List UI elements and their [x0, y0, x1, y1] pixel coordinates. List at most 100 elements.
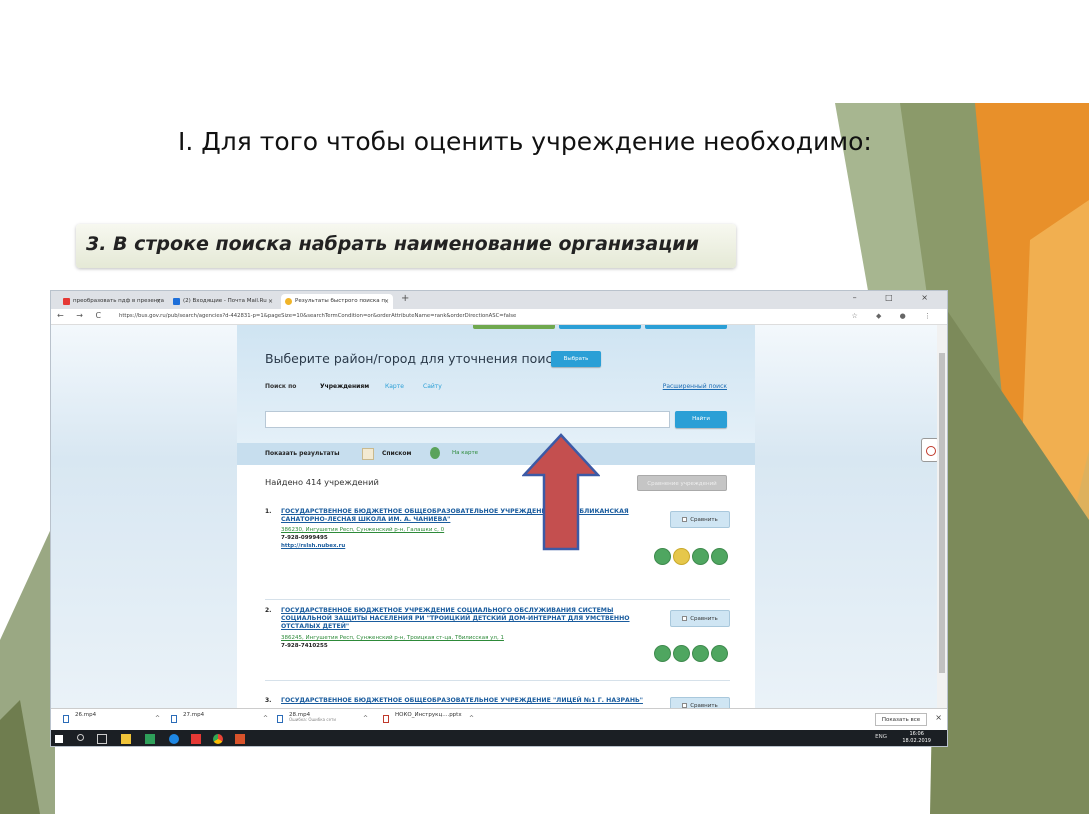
- scrollbar[interactable]: [937, 325, 947, 708]
- close-icon[interactable]: ×: [156, 294, 161, 309]
- tab-map[interactable]: Карте: [385, 383, 404, 390]
- close-icon[interactable]: ×: [268, 294, 273, 309]
- comment-icon[interactable]: [673, 645, 690, 662]
- result-name-link[interactable]: ГОСУДАРСТВЕННОЕ БЮДЖЕТНОЕ ОБЩЕОБРАЗОВАТЕ…: [281, 697, 661, 705]
- url-field[interactable]: https://bus.gov.ru/pub/search/agencies?d…: [119, 313, 516, 319]
- close-icon[interactable]: ×: [935, 713, 942, 722]
- chrome-icon[interactable]: [213, 734, 223, 744]
- language-indicator[interactable]: ENG: [875, 734, 887, 740]
- web-page: Выберите район/город для уточнения поиск…: [51, 325, 947, 714]
- slide-subtitle: 3. В строке поиска набрать наименование …: [86, 233, 699, 255]
- download-name: НОКО_Инструкц....pptx: [395, 712, 462, 718]
- select-region-button[interactable]: Выбрать: [551, 351, 601, 367]
- thumbs-up-icon[interactable]: [711, 548, 728, 565]
- menu-stub: [473, 325, 555, 329]
- explorer-icon[interactable]: [121, 734, 131, 744]
- windows-taskbar: ENG 16:06 18.02.2019: [51, 730, 947, 746]
- compare-label: Сравнить: [690, 616, 718, 622]
- nav-buttons[interactable]: ← → C: [57, 311, 106, 320]
- download-name: 27.mp4: [183, 712, 205, 718]
- new-tab-button[interactable]: +: [401, 293, 409, 304]
- tab-label: преобразовать пдф в презента: [73, 298, 164, 304]
- result-phone: 7-928-0999495: [281, 535, 328, 541]
- search-input[interactable]: [265, 411, 670, 428]
- car-icon[interactable]: [654, 645, 671, 662]
- address-bar: ← → C https://bus.gov.ru/pub/search/agen…: [51, 309, 947, 325]
- tab-institutions[interactable]: Учреждениям: [320, 383, 369, 390]
- result-item: 1. ГОСУДАРСТВЕННОЕ БЮДЖЕТНОЕ ОБЩЕОБРАЗОВ…: [265, 508, 730, 583]
- car-icon[interactable]: [654, 548, 671, 565]
- show-all-downloads-button[interactable]: Показать все: [875, 713, 927, 726]
- tab-label: (2) Входящие - Почта Mail.Ru: [183, 298, 267, 304]
- slide-title: I. Для того чтобы оценить учреждение нео…: [178, 127, 872, 156]
- chevron-up-icon[interactable]: ^: [469, 715, 474, 722]
- browser-screenshot: преобразовать пдф в презента × (2) Входя…: [50, 290, 948, 747]
- result-address[interactable]: 386245, Ингушетия Респ, Сунженский р-н, …: [281, 635, 504, 641]
- download-name: 26.mp4: [75, 712, 97, 718]
- result-address[interactable]: 386230, Ингушетия Респ, Сунженский р-н, …: [281, 527, 444, 533]
- toolbar-icons[interactable]: ☆ ◆ ● ⋮: [852, 312, 939, 320]
- result-phone: 7-928-7410255: [281, 643, 328, 649]
- compare-button[interactable]: Сравнить: [670, 610, 730, 627]
- list-icon[interactable]: [362, 448, 374, 460]
- tab-label: Результаты быстрого поиска п: [295, 298, 385, 304]
- result-item: 2. ГОСУДАРСТВЕННОЕ БЮДЖЕТНОЕ УЧРЕЖДЕНИЕ …: [265, 607, 730, 677]
- find-button[interactable]: Найти: [675, 411, 727, 428]
- thumbs-up-icon[interactable]: [711, 645, 728, 662]
- compare-institutions-button[interactable]: Сравнение учреждений: [637, 475, 727, 491]
- map-pin-icon[interactable]: [430, 447, 440, 459]
- compare-checkbox[interactable]: [682, 616, 688, 621]
- close-icon[interactable]: ×: [384, 294, 389, 309]
- extended-search-link[interactable]: Расширенный поиск: [663, 383, 727, 390]
- file-icon: [171, 715, 177, 723]
- map-view-link[interactable]: На карте: [452, 450, 478, 456]
- show-results-label: Показать результаты: [265, 450, 340, 457]
- clock[interactable]: 16:06 18.02.2019: [902, 731, 931, 745]
- search-icon[interactable]: [77, 734, 84, 741]
- chevron-up-icon[interactable]: ^: [263, 715, 268, 722]
- list-view-link[interactable]: Списком: [382, 450, 411, 457]
- windows-start-icon[interactable]: [55, 735, 63, 743]
- subtitle-box: 3. В строке поиска набрать наименование …: [76, 224, 736, 268]
- edge-icon[interactable]: [169, 734, 179, 744]
- tab-bus-gov[interactable]: Результаты быстрого поиска п ×: [281, 294, 393, 309]
- download-item[interactable]: 26.mp4 ^: [63, 712, 163, 728]
- tab-bar: преобразовать пдф в презента × (2) Входя…: [51, 291, 947, 309]
- chevron-up-icon[interactable]: ^: [155, 715, 160, 722]
- comment-icon[interactable]: [673, 548, 690, 565]
- compare-button[interactable]: Сравнить: [670, 511, 730, 528]
- result-number: 3.: [265, 697, 272, 704]
- info-icon[interactable]: [692, 645, 709, 662]
- download-status: Ошибка: Ошибка сети: [289, 717, 336, 722]
- pointer-arrow: [522, 433, 600, 551]
- scroll-thumb[interactable]: [939, 353, 945, 673]
- result-number: 1.: [265, 508, 272, 515]
- mail-icon: [173, 298, 180, 305]
- clock-date: 18.02.2019: [902, 738, 931, 744]
- tab-mail[interactable]: (2) Входящие - Почта Mail.Ru ×: [169, 294, 277, 309]
- menu-stub: [559, 325, 641, 329]
- window-controls[interactable]: – □ ×: [853, 293, 941, 302]
- store-icon[interactable]: [145, 734, 155, 744]
- info-icon[interactable]: [692, 548, 709, 565]
- search-panel: Выберите район/город для уточнения поиск…: [237, 325, 755, 465]
- tab-yandex[interactable]: преобразовать пдф в презента ×: [59, 294, 165, 309]
- clock-time: 16:06: [909, 731, 924, 737]
- rating-icons: [652, 645, 728, 663]
- powerpoint-icon[interactable]: [235, 734, 245, 744]
- compare-checkbox[interactable]: [682, 517, 688, 522]
- download-item[interactable]: 28.mp4 Ошибка: Ошибка сети ^: [277, 712, 373, 728]
- tab-site[interactable]: Сайту: [423, 383, 442, 390]
- yandex-browser-icon[interactable]: [191, 734, 201, 744]
- region-prompt: Выберите район/город для уточнения поиск…: [265, 351, 568, 366]
- download-item[interactable]: 27.mp4 ^: [171, 712, 271, 728]
- search-by-label: Поиск по: [265, 383, 297, 390]
- result-name-link[interactable]: ГОСУДАРСТВЕННОЕ БЮДЖЕТНОЕ УЧРЕЖДЕНИЕ СОЦ…: [281, 607, 641, 631]
- file-icon: [63, 715, 69, 723]
- chevron-up-icon[interactable]: ^: [363, 715, 368, 722]
- download-item[interactable]: НОКО_Инструкц....pptx ^: [383, 712, 493, 728]
- bus-gov-icon: [285, 298, 292, 305]
- task-view-icon[interactable]: [97, 734, 107, 744]
- result-site-link[interactable]: http://rslsh.nubex.ru: [281, 543, 345, 549]
- result-number: 2.: [265, 607, 272, 614]
